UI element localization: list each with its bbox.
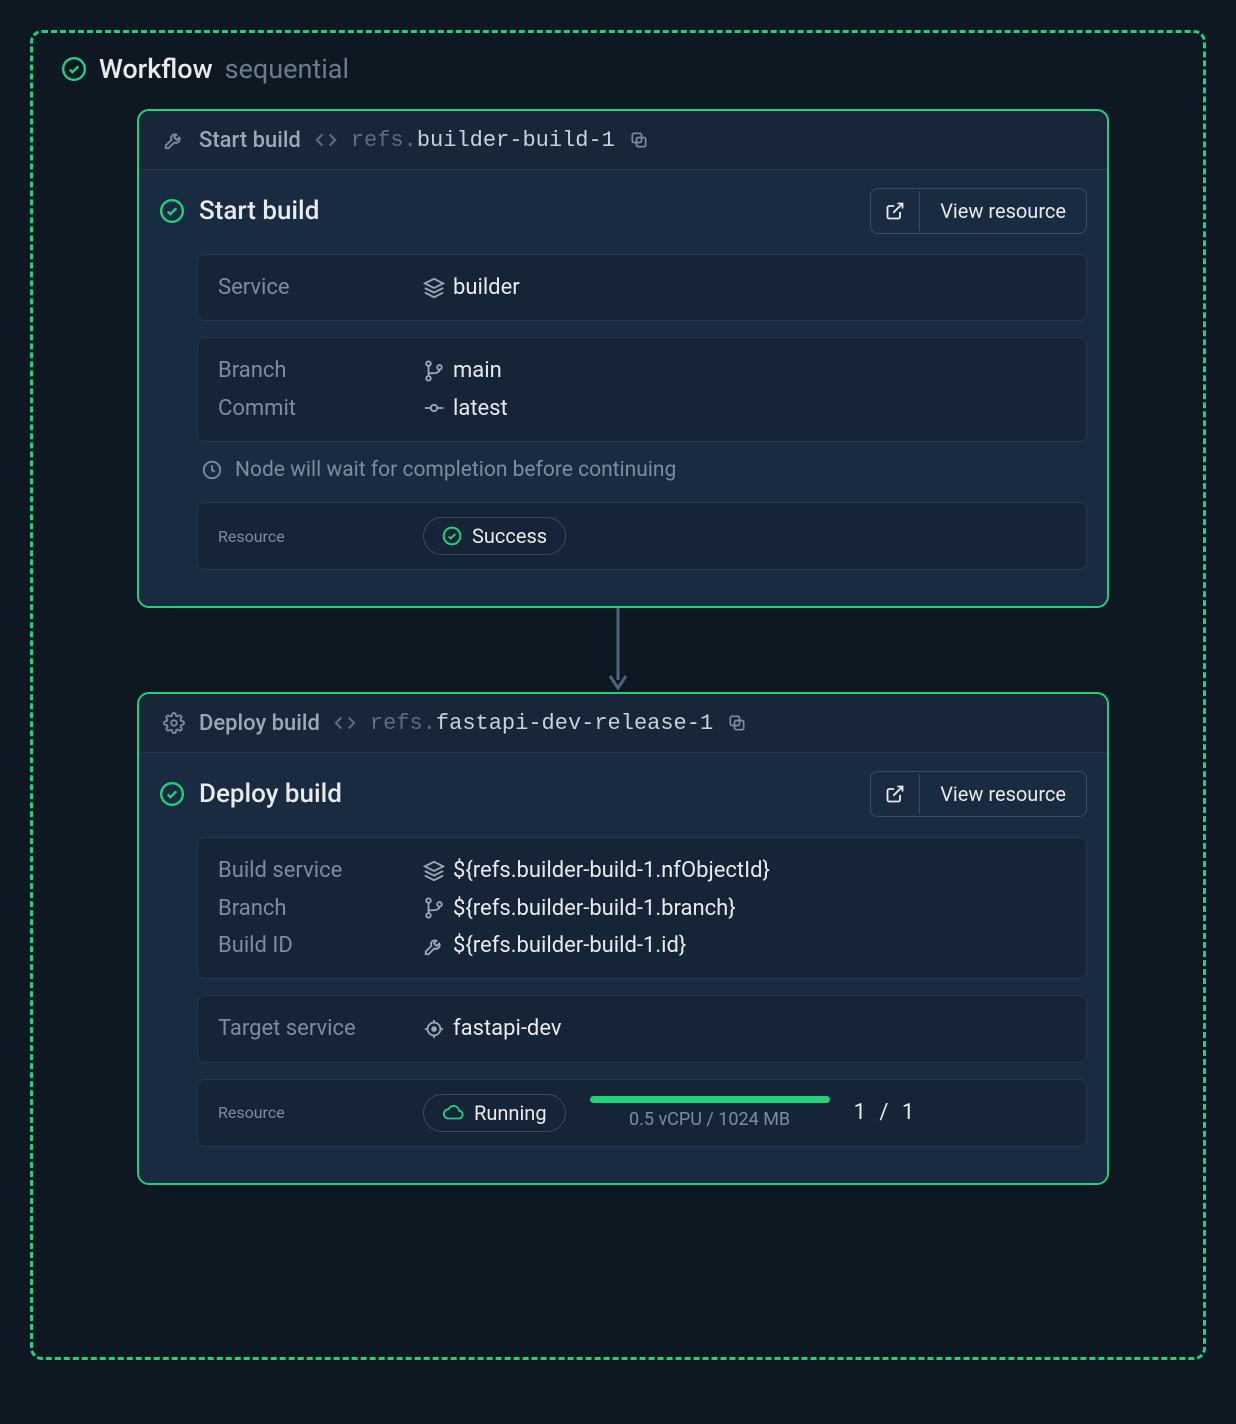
info-box-resource: Resource Success [197, 502, 1087, 570]
check-circle-icon [159, 781, 185, 807]
node-header-title: Deploy build [199, 711, 320, 736]
node-title-row: Deploy build View resource [159, 771, 1087, 817]
progress-bar [590, 1096, 830, 1103]
info-row: Commit latest [218, 390, 1066, 427]
info-value: ${refs.builder-build-1.branch} [453, 890, 736, 927]
info-row: Branch ${refs.builder-build-1.branch} [218, 890, 1066, 927]
ref-text: refs.fastapi-dev-release-1 [370, 710, 713, 736]
node-header-title: Start build [199, 128, 301, 153]
node-body: Deploy build View resource Build service… [139, 752, 1107, 1183]
copy-icon[interactable] [629, 130, 649, 150]
info-value: latest [453, 390, 508, 427]
node-header: Start build refs.builder-build-1 [139, 111, 1107, 169]
info-label: Service [218, 269, 423, 306]
info-value: builder [453, 269, 520, 306]
workflow-mode: sequential [225, 53, 349, 85]
info-label: Build ID [218, 927, 423, 964]
clock-icon [201, 459, 223, 481]
external-link-icon [871, 774, 920, 814]
git-branch-icon [423, 360, 453, 382]
view-resource-button[interactable]: View resource [870, 188, 1087, 234]
wait-note-text: Node will wait for completion before con… [235, 458, 676, 482]
view-resource-button[interactable]: View resource [870, 771, 1087, 817]
copy-icon[interactable] [727, 713, 747, 733]
node-title-row: Start build View resource [159, 188, 1087, 234]
progress-block: 0.5 vCPU / 1024 MB [590, 1096, 830, 1130]
info-box-branch: Branch main Commit latest [197, 337, 1087, 442]
node-body-title: Start build [199, 196, 319, 226]
cloud-icon [442, 1102, 464, 1124]
info-label: Resource [218, 527, 423, 546]
info-box-build: Build service ${refs.builder-build-1.nfO… [197, 837, 1087, 979]
node-title-left: Deploy build [159, 779, 342, 809]
view-resource-label: View resource [920, 189, 1086, 233]
status-text: Success [472, 524, 547, 548]
external-link-icon [871, 191, 920, 231]
ref-text: refs.builder-build-1 [351, 127, 615, 153]
workflow-title: Workflow [99, 53, 213, 85]
info-box-service: Service builder [197, 254, 1087, 321]
info-value: ${refs.builder-build-1.nfObjectId} [453, 852, 770, 889]
info-label: Build service [218, 852, 423, 889]
info-row: Service builder [218, 269, 1066, 306]
info-label: Commit [218, 390, 423, 427]
status-pill-success: Success [423, 517, 566, 555]
layers-icon [423, 860, 453, 882]
info-value: main [453, 352, 502, 389]
info-row: Build ID ${refs.builder-build-1.id} [218, 927, 1066, 964]
info-label: Target service [218, 1010, 423, 1047]
check-circle-icon [159, 198, 185, 224]
wrench-icon [423, 935, 453, 957]
info-row: Target service fastapi-dev [218, 1010, 1066, 1047]
arrow-connector [57, 608, 1179, 692]
info-label: Branch [218, 352, 423, 389]
info-value: fastapi-dev [453, 1010, 562, 1047]
git-branch-icon [423, 897, 453, 919]
check-circle-icon [61, 56, 87, 82]
fraction: 1 / 1 [854, 1100, 919, 1125]
info-label: Resource [218, 1103, 423, 1122]
progress-caption: 0.5 vCPU / 1024 MB [590, 1109, 830, 1130]
git-commit-icon [423, 397, 453, 419]
info-box-resource: Resource Running 0.5 vCPU / 1024 MB 1 / … [197, 1079, 1087, 1147]
node-start-build: Start build refs.builder-build-1 Start b… [137, 109, 1109, 608]
layers-icon [423, 277, 453, 299]
wait-note: Node will wait for completion before con… [197, 458, 1087, 482]
view-resource-label: View resource [920, 772, 1086, 816]
code-icon [315, 129, 337, 151]
status-text: Running [474, 1101, 547, 1125]
code-icon [334, 712, 356, 734]
gear-icon [163, 712, 185, 734]
info-box-target: Target service fastapi-dev [197, 995, 1087, 1062]
node-header: Deploy build refs.fastapi-dev-release-1 [139, 694, 1107, 752]
info-value: ${refs.builder-build-1.id} [453, 927, 686, 964]
wrench-icon [163, 129, 185, 151]
node-deploy-build: Deploy build refs.fastapi-dev-release-1 … [137, 692, 1109, 1185]
info-label: Branch [218, 890, 423, 927]
node-title-left: Start build [159, 196, 319, 226]
workflow-container: Workflow sequential Start build refs.bui… [30, 30, 1206, 1360]
workflow-header: Workflow sequential [57, 53, 1179, 85]
node-body: Start build View resource Service builde… [139, 169, 1107, 606]
status-pill-running: Running [423, 1094, 566, 1132]
info-row: Branch main [218, 352, 1066, 389]
check-circle-icon [442, 526, 462, 546]
crosshair-icon [423, 1018, 453, 1040]
node-body-title: Deploy build [199, 779, 342, 809]
info-row: Build service ${refs.builder-build-1.nfO… [218, 852, 1066, 889]
